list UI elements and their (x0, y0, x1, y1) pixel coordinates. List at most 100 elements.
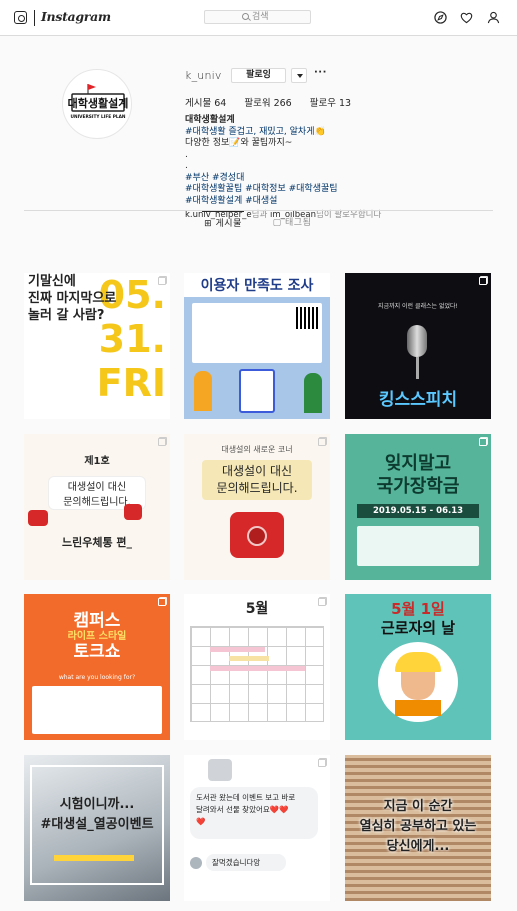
bio-line: . (185, 149, 188, 160)
bio-hashtags[interactable]: #부산 #경성대 (185, 173, 445, 185)
speech-bubble: 대생설이 대신 문의해드립니다. (202, 460, 312, 500)
person-illustration (194, 371, 212, 411)
person-illustration (304, 373, 322, 413)
bio-hashtags[interactable]: #대학생활꿀팁 #대학정보 #대학생꿀팁 (185, 184, 445, 196)
posts-count: 게시물 64 (185, 98, 227, 109)
compass-explore-icon[interactable] (434, 11, 447, 24)
post-line: 문의해드립니다. (216, 481, 298, 495)
following-count[interactable]: 팔로우 13 (310, 95, 351, 109)
carousel-icon (318, 598, 326, 606)
avatar[interactable]: 대학생활설계 UNIVERSITY LIFE PLAN (62, 69, 132, 139)
instagram-logo[interactable]: Instagram (41, 9, 111, 24)
post-info-box (357, 526, 479, 566)
post-line: 시험이니까... (59, 797, 135, 812)
carousel-icon (158, 277, 166, 285)
telephone-icon (28, 510, 48, 526)
avatar-title: 대학생활설계 (68, 96, 129, 110)
post-line: 열심히 공부하고 있는 (359, 819, 477, 834)
profile-username: k_univ (185, 69, 222, 82)
calendar-event (210, 666, 305, 671)
tab-tagged[interactable]: ▢ 태그됨 (268, 211, 316, 235)
instagram-camera-icon[interactable] (14, 11, 27, 24)
post-subtitle: what are you looking for? (58, 674, 136, 681)
post-date-range: 2019.05.15 - 06.13 (357, 504, 479, 518)
comment-line: 도서관 왔는데 이벤트 보고 바로 (196, 793, 296, 802)
post-line: 5월 1일 (391, 600, 445, 618)
tabs-divider (24, 210, 493, 211)
grid-icon: ⊞ (204, 219, 213, 229)
bio-line: 다양한 정보📝와 꿀팁까지~ (185, 138, 293, 148)
post-line: 기말신에 (28, 274, 76, 289)
post-thumbnail[interactable]: 지금까지 이런 클래스는 없었다! 킹스스피치 (345, 273, 491, 419)
search-input[interactable]: 검색 (204, 10, 311, 24)
post-caption: 잊지말고 국가장학금 (353, 452, 483, 498)
mic-stand (416, 357, 419, 379)
calendar-event (229, 656, 269, 661)
search-icon (242, 13, 249, 20)
options-more-icon[interactable]: ··· (314, 67, 327, 78)
post-line: 토크쇼 (73, 642, 121, 662)
post-line: 진짜 마지막으로 (28, 291, 117, 306)
post-line: 대생설이 대신 (67, 482, 127, 493)
phone-dial (247, 526, 267, 546)
post-thumbnail[interactable]: 지금 이 순간 열심히 공부하고 있는 당신에게... (345, 755, 491, 901)
tab-tagged-label: 태그됨 (285, 218, 312, 228)
carousel-icon (479, 277, 487, 285)
following-button[interactable]: 팔로잉 (231, 68, 286, 83)
commenter-avatar (190, 857, 202, 869)
post-line: 당신에게... (386, 839, 450, 854)
carousel-icon (479, 438, 487, 446)
calendar-event (210, 647, 265, 652)
carousel-icon (158, 438, 166, 446)
avatar-logo-graphic: 대학생활설계 UNIVERSITY LIFE PLAN (68, 84, 129, 120)
search-placeholder: 검색 (252, 12, 269, 22)
post-thumbnail[interactable]: 잊지말고 국가장학금 2019.05.15 - 06.13 (345, 434, 491, 580)
post-line: 근로자의 날 (380, 619, 456, 637)
comment-bubble: 도서관 왔는데 이벤트 보고 바로 달려와서 선물 찾았어요❤️❤️ ❤️ (190, 787, 318, 839)
carousel-icon (318, 438, 326, 446)
followers-count[interactable]: 팔로워 266 (244, 95, 291, 109)
post-thumbnail[interactable]: 5월 (184, 594, 330, 740)
post-info-box (32, 686, 162, 734)
post-line: #대생설_열공이벤트 (40, 817, 154, 832)
comment-line: ❤️ (196, 817, 206, 826)
bio-hashtags[interactable]: #대학생활설계 #대생설 (185, 196, 445, 208)
carousel-icon (318, 277, 326, 285)
post-title: 킹스스피치 (378, 390, 458, 410)
followed-by-suffix: 님이 팔로우합니다 (316, 210, 382, 220)
tab-posts[interactable]: ⊞ 게시물 (202, 211, 244, 235)
top-nav-bar: Instagram 검색 (0, 0, 517, 36)
post-thumbnail[interactable]: 도서관 왔는데 이벤트 보고 바로 달려와서 선물 찾았어요❤️❤️ ❤️ 잘먹… (184, 755, 330, 901)
user-profile-icon[interactable] (487, 11, 500, 24)
post-line: 놀러 갈 사람? (28, 308, 105, 323)
post-thumbnail[interactable]: 제1호 대생설이 대신 문의해드립니다. 느린우체통 편_ (24, 434, 170, 580)
tab-posts-label: 게시물 (215, 219, 242, 229)
worker-vest (395, 700, 441, 716)
gift-photo (208, 759, 232, 781)
calendar-grid (190, 626, 324, 722)
post-caption: 기말신에 진짜 마지막으로 놀러 갈 사람? (28, 273, 116, 324)
post-thumbnail[interactable]: 5월 1일 근로자의 날 (345, 594, 491, 740)
profile-bio: 대학생활설계 #대학생활 즐겁고, 재밌고, 알차게👏 다양한 정보📝와 꿀팁까… (185, 115, 445, 222)
comment-reply: 잘먹겠습니다앙 (206, 854, 286, 871)
heart-activity-icon[interactable] (460, 11, 473, 24)
post-line: 지금 이 순간 (383, 799, 453, 814)
carousel-icon (158, 598, 166, 606)
post-thumbnail[interactable]: 이용자 만족도 조사 (184, 273, 330, 419)
post-caption: 캠퍼스 라이프 스타일 토크쇼 (24, 612, 170, 662)
post-line: 국가장학금 (376, 476, 460, 497)
post-caption: 시험이니까... #대생설_열공이벤트 (24, 795, 170, 835)
post-thumbnail[interactable]: 대생설의 새로운 코너 대생설이 대신 문의해드립니다. (184, 434, 330, 580)
profile-stats: 게시물 64 팔로워 266 팔로우 13 (185, 95, 351, 109)
post-thumbnail[interactable]: 캠퍼스 라이프 스타일 토크쇼 what are you looking for… (24, 594, 170, 740)
post-thumbnail[interactable]: 시험이니까... #대생설_열공이벤트 (24, 755, 170, 901)
clipboard-illustration (239, 369, 275, 413)
post-issue-number: 제1호 (84, 456, 110, 467)
suggestions-dropdown-button[interactable] (291, 68, 307, 83)
avatar-subtitle: UNIVERSITY LIFE PLAN (71, 114, 126, 120)
bio-line: . (185, 161, 188, 171)
post-line: 캠퍼스 (73, 611, 121, 631)
bio-line[interactable]: #대학생활 즐겁고, 재밌고, 알차게👏 (185, 127, 445, 139)
telephone-icon (124, 504, 142, 520)
post-thumbnail[interactable]: 05. 31. FRI 기말신에 진짜 마지막으로 놀러 갈 사람? (24, 273, 170, 419)
